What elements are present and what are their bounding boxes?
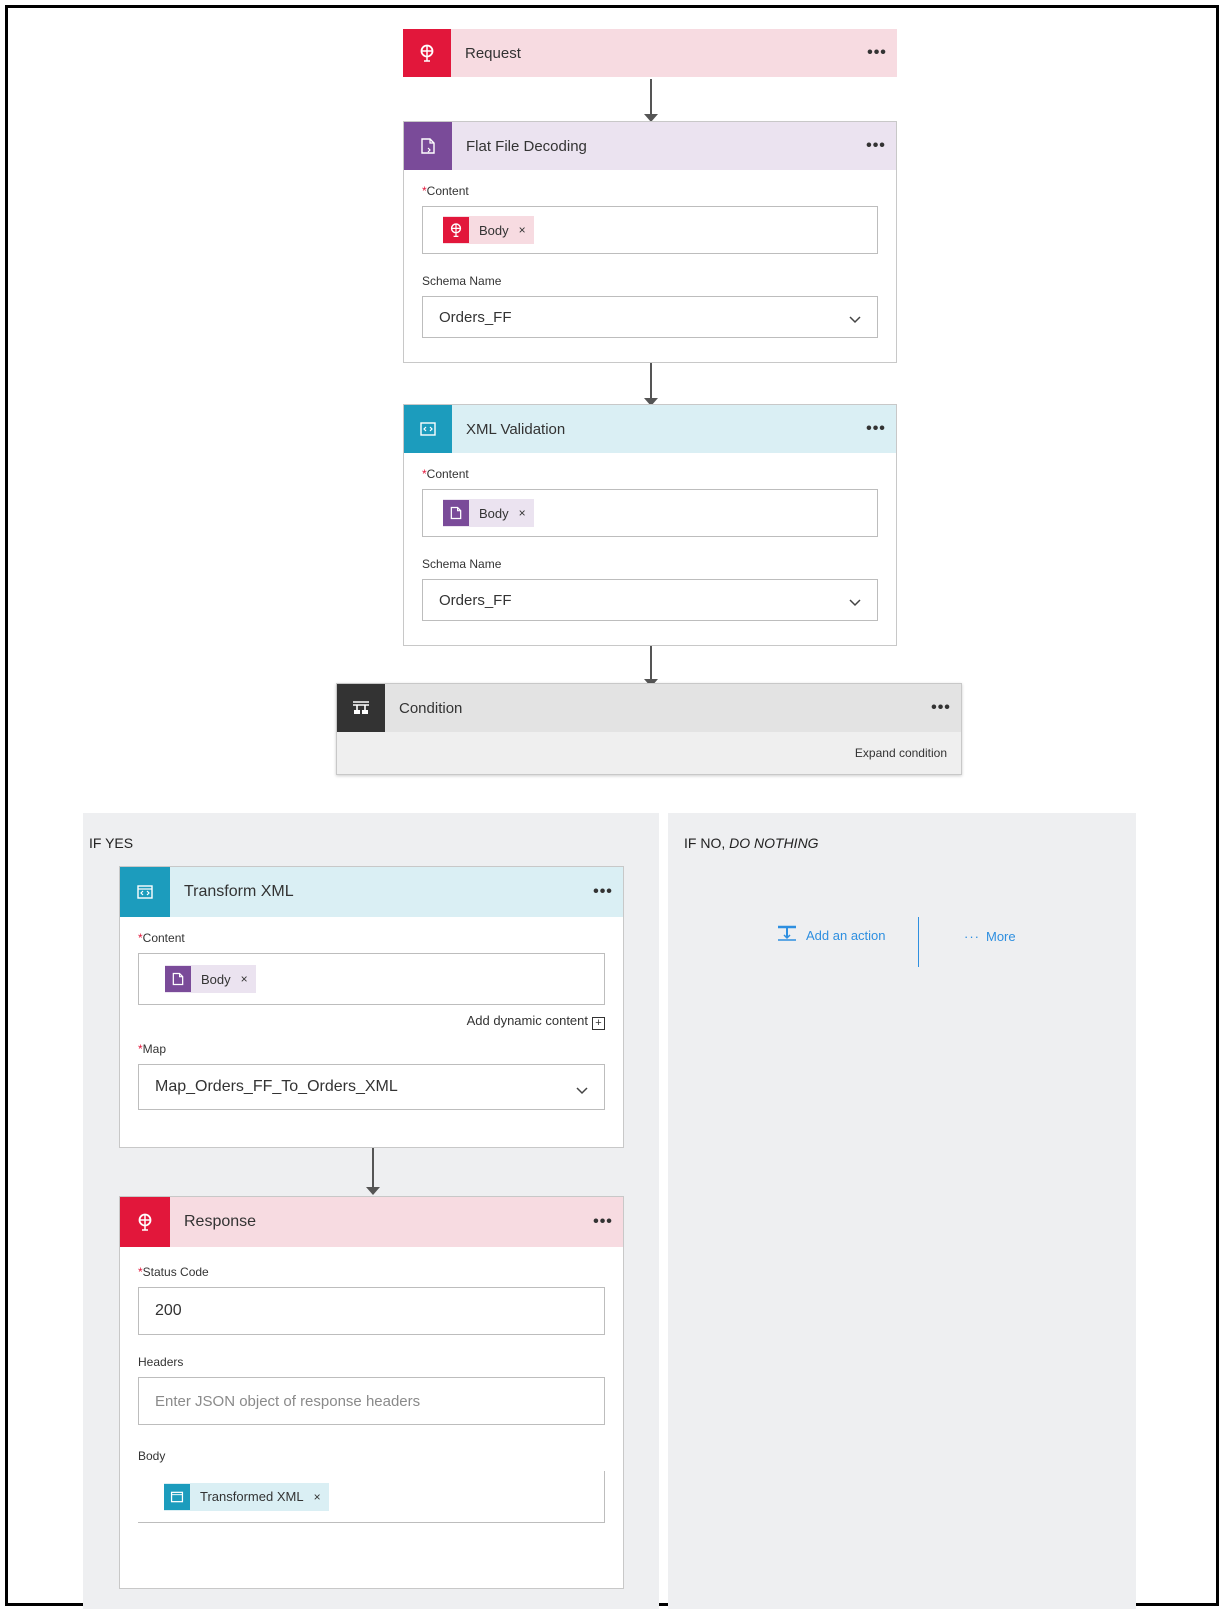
flat-file-icon bbox=[404, 122, 452, 170]
flat-file-icon bbox=[165, 966, 191, 992]
expand-condition-link[interactable]: Expand condition bbox=[855, 746, 947, 760]
response-header[interactable]: Response ••• bbox=[120, 1197, 623, 1247]
xml-validation-header[interactable]: XML Validation ••• bbox=[404, 405, 896, 453]
flat-file-decoding-menu-button[interactable]: ••• bbox=[856, 137, 896, 155]
transform-xml-menu-button[interactable]: ••• bbox=[583, 883, 623, 901]
chevron-down-icon[interactable] bbox=[849, 594, 861, 610]
if-no-branch: IF NO, DO NOTHING Add an action ··· More bbox=[668, 813, 1136, 1609]
content-label: *Content bbox=[138, 931, 185, 945]
transform-xml-title: Transform XML bbox=[184, 883, 294, 900]
connector-arrow bbox=[644, 79, 658, 123]
xml-doc-icon bbox=[120, 867, 170, 917]
globe-icon bbox=[443, 217, 469, 243]
request-menu-button[interactable]: ••• bbox=[857, 44, 897, 62]
request-card[interactable]: Request ••• bbox=[403, 29, 897, 79]
chevron-down-icon[interactable] bbox=[849, 311, 861, 327]
add-dynamic-content-link[interactable]: Add dynamic content + bbox=[138, 1013, 605, 1030]
xml-validation-menu-button[interactable]: ••• bbox=[856, 420, 896, 438]
request-title: Request bbox=[465, 44, 521, 62]
xml-doc-icon bbox=[164, 1483, 190, 1510]
flat-file-decoding-card[interactable]: Flat File Decoding ••• *Content Body × S… bbox=[403, 121, 897, 363]
status-code-label: *Status Code bbox=[138, 1265, 209, 1279]
content-field[interactable]: Body × bbox=[422, 206, 878, 254]
map-label: *Map bbox=[138, 1042, 167, 1056]
connector-arrow bbox=[366, 1148, 380, 1198]
response-menu-button[interactable]: ••• bbox=[583, 1213, 623, 1231]
condition-icon bbox=[337, 684, 385, 732]
condition-title: Condition bbox=[399, 699, 463, 717]
response-card[interactable]: Response ••• *Status Code 200 Headers En… bbox=[119, 1196, 624, 1589]
condition-card[interactable]: Condition ••• Expand condition bbox=[336, 683, 962, 775]
response-title: Response bbox=[184, 1213, 257, 1230]
globe-icon bbox=[403, 29, 451, 77]
connector-arrow bbox=[644, 646, 658, 688]
schema-name-dropdown[interactable]: Orders_FF bbox=[422, 579, 878, 621]
flat-file-decoding-title: Flat File Decoding bbox=[466, 137, 587, 155]
flat-file-decoding-header[interactable]: Flat File Decoding ••• bbox=[404, 122, 896, 170]
if-no-title: IF NO, DO NOTHING bbox=[684, 835, 819, 851]
more-button[interactable]: ··· More bbox=[964, 929, 1016, 944]
xml-doc-icon bbox=[404, 405, 452, 453]
add-action-icon bbox=[776, 925, 798, 946]
body-token[interactable]: Body × bbox=[165, 965, 256, 993]
headers-label: Headers bbox=[138, 1355, 184, 1369]
map-dropdown[interactable]: Map_Orders_FF_To_Orders_XML bbox=[138, 1064, 605, 1110]
if-yes-branch: IF YES Transform XML ••• *Content Body ×… bbox=[83, 813, 659, 1609]
add-dynamic-content-icon[interactable]: + bbox=[592, 1017, 605, 1030]
condition-header[interactable]: Condition ••• bbox=[337, 684, 961, 732]
actions-divider bbox=[918, 917, 919, 967]
schema-name-label: Schema Name bbox=[422, 557, 502, 571]
remove-token-icon[interactable]: × bbox=[314, 1490, 321, 1504]
headers-field[interactable]: Enter JSON object of response headers bbox=[138, 1377, 605, 1425]
add-an-action-button[interactable]: Add an action bbox=[776, 925, 886, 946]
globe-icon bbox=[120, 1197, 170, 1247]
xml-validation-card[interactable]: XML Validation ••• *Content Body × Schem… bbox=[403, 404, 897, 646]
content-field[interactable]: Body × bbox=[138, 953, 605, 1005]
condition-menu-button[interactable]: ••• bbox=[921, 699, 961, 717]
remove-token-icon[interactable]: × bbox=[519, 223, 526, 237]
if-yes-title: IF YES bbox=[89, 835, 134, 851]
request-header[interactable]: Request ••• bbox=[403, 29, 897, 77]
xml-validation-title: XML Validation bbox=[466, 420, 566, 438]
content-field[interactable]: Body × bbox=[422, 489, 878, 537]
content-label: *Content bbox=[422, 467, 469, 481]
chevron-down-icon[interactable] bbox=[576, 1082, 588, 1098]
remove-token-icon[interactable]: × bbox=[241, 972, 248, 986]
content-label: *Content bbox=[422, 184, 469, 198]
status-code-field[interactable]: 200 bbox=[138, 1287, 605, 1335]
ellipsis-icon: ··· bbox=[964, 929, 980, 944]
schema-name-label: Schema Name bbox=[422, 274, 502, 288]
connector-arrow bbox=[644, 363, 658, 407]
body-token[interactable]: Body × bbox=[443, 499, 534, 527]
flat-file-icon bbox=[443, 500, 469, 526]
schema-name-dropdown[interactable]: Orders_FF bbox=[422, 296, 878, 338]
body-token[interactable]: Body × bbox=[443, 216, 534, 244]
transformed-xml-token[interactable]: Transformed XML × bbox=[164, 1482, 329, 1511]
remove-token-icon[interactable]: × bbox=[519, 506, 526, 520]
body-label: Body bbox=[138, 1449, 166, 1463]
transform-xml-header[interactable]: Transform XML ••• bbox=[120, 867, 623, 917]
body-field[interactable]: Transformed XML × bbox=[138, 1471, 605, 1523]
designer-canvas: Request ••• Flat File Decoding ••• *Cont… bbox=[5, 5, 1219, 1609]
transform-xml-card[interactable]: Transform XML ••• *Content Body × Add dy… bbox=[119, 866, 624, 1148]
